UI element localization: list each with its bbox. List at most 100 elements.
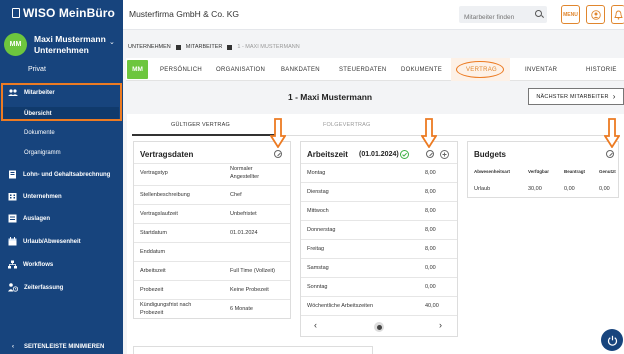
sidebar-item-zeiterfassung[interactable]: Zeiterfassung bbox=[8, 283, 63, 292]
sidebar-item-label: Unternehmen bbox=[23, 193, 62, 200]
row-value: 8,00 bbox=[425, 189, 436, 195]
power-icon bbox=[607, 335, 617, 346]
bell-icon bbox=[614, 10, 623, 20]
edit-icon[interactable] bbox=[606, 150, 614, 158]
user-org: Unternehmen bbox=[34, 45, 89, 55]
row-value: 40,00 bbox=[425, 303, 439, 309]
sidebar-item-auslagen[interactable]: Auslagen bbox=[8, 214, 50, 223]
row-value: Unbefristet bbox=[230, 211, 257, 217]
row-value: 8,00 bbox=[425, 208, 436, 214]
row-label: Samstag bbox=[307, 265, 329, 271]
sidebar-item-workflows[interactable]: Workflows bbox=[8, 260, 53, 269]
tab-dokumente[interactable]: DOKUMENTE bbox=[401, 67, 442, 73]
app-logo[interactable]: WISO MeinBüro bbox=[12, 6, 115, 20]
row-value: 8,00 bbox=[425, 227, 436, 233]
highlight-box bbox=[1, 83, 122, 121]
vertragsdaten-card: Vertragsdaten Vertragstyp Normaler Anges… bbox=[133, 141, 291, 319]
tab-persoenlich[interactable]: PERSÖNLICH bbox=[160, 67, 202, 73]
edit-icon[interactable] bbox=[274, 150, 282, 158]
collapse-sidebar-label: SEITENLEISTE MINIMIEREN bbox=[24, 344, 105, 350]
user-switcher[interactable]: MM Maxi Mustermann Unternehmen ⌄ bbox=[4, 32, 120, 57]
table-row: Vertragslaufzeit Unbefristet bbox=[134, 204, 290, 223]
table-row: Mittwoch 8,00 bbox=[301, 201, 457, 220]
table-row: Freitag 8,00 bbox=[301, 239, 457, 258]
employee-tabs: MM PERSÖNLICH ORGANISATION BANKDATEN STE… bbox=[126, 58, 624, 81]
sidebar: WISO MeinBüro MM Maxi Mustermann Unterne… bbox=[0, 0, 123, 354]
row-label: Probezeit bbox=[140, 287, 164, 293]
row-label: Freitag bbox=[307, 246, 325, 252]
company-name: Musterfirma GmbH & Co. KG bbox=[129, 9, 240, 19]
row-label: Dienstag bbox=[307, 189, 329, 195]
table-row: Samstag 0,00 bbox=[301, 258, 457, 277]
row-value: Chef bbox=[230, 192, 242, 198]
arbeitszeit-card: Arbeitszeit (01.01.2024) Montag 8,00 Die… bbox=[300, 141, 458, 337]
menu-button[interactable]: MENU bbox=[561, 5, 580, 24]
sidebar-subitem-organigramm[interactable]: Organigramm bbox=[24, 150, 61, 156]
card-title: Vertragsdaten bbox=[140, 150, 194, 159]
receipt-icon bbox=[8, 214, 17, 223]
row-value: Keine Probezeit bbox=[230, 287, 269, 293]
table-cell: 30,00 bbox=[528, 186, 542, 192]
row-label: Montag bbox=[307, 170, 326, 176]
subtab-active-indicator bbox=[132, 134, 279, 136]
row-value: Full Time (Vollzeit) bbox=[230, 268, 275, 274]
next-employee-button[interactable]: NÄCHSTER MITARBEITER › bbox=[528, 88, 624, 105]
tab-steuerdaten[interactable]: STEUERDATEN bbox=[339, 67, 387, 73]
breadcrumb-current: 1 - MAXI MUSTERMANN bbox=[237, 44, 300, 50]
sidebar-item-label: Zeiterfassung bbox=[24, 284, 64, 291]
check-circle-icon bbox=[400, 150, 409, 159]
sidebar-item-lohn[interactable]: Lohn- und Gehaltsabrechnung bbox=[8, 170, 110, 179]
row-label: Stellenbeschreibung bbox=[140, 192, 190, 198]
user-name: Maxi Mustermann bbox=[34, 34, 106, 44]
row-label: Probezeit bbox=[140, 310, 164, 316]
page-title: 1 - Maxi Mustermann bbox=[288, 92, 373, 102]
card-title: Arbeitszeit bbox=[307, 150, 348, 159]
payroll-icon bbox=[9, 170, 16, 179]
edit-icon[interactable] bbox=[426, 150, 434, 158]
row-label: Sonntag bbox=[307, 284, 328, 290]
help-button[interactable] bbox=[601, 329, 623, 351]
row-value: 0,00 bbox=[425, 265, 436, 271]
contract-content: GÜLTIGER VERTRAG FOLGEVERTRAG Vertragsda… bbox=[127, 114, 624, 354]
breadcrumb-item[interactable]: UNTERNEHMEN bbox=[128, 44, 171, 50]
tab-organisation[interactable]: ORGANISATION bbox=[216, 67, 265, 73]
breadcrumb-separator-icon bbox=[227, 44, 233, 50]
menu-badge-label: MENU bbox=[563, 11, 578, 18]
add-icon[interactable] bbox=[440, 150, 449, 159]
row-label: Enddatum bbox=[140, 249, 166, 255]
subtab-folgevertrag[interactable]: FOLGEVERTRAG bbox=[323, 122, 371, 128]
notifications-button[interactable] bbox=[611, 5, 624, 24]
table-row: Sonntag 0,00 bbox=[301, 277, 457, 296]
sidebar-item-label: Workflows bbox=[23, 261, 54, 268]
tab-bankdaten[interactable]: BANKDATEN bbox=[281, 67, 320, 73]
highlight-circle bbox=[456, 61, 504, 78]
sidebar-item-urlaub[interactable]: Urlaub/Abwesenheit bbox=[8, 237, 81, 246]
row-value: 6 Monate bbox=[230, 306, 253, 312]
search-input[interactable] bbox=[459, 9, 529, 26]
employee-search[interactable] bbox=[459, 6, 547, 26]
search-icon[interactable] bbox=[535, 10, 542, 17]
breadcrumb-separator-icon bbox=[175, 44, 181, 50]
workflow-icon bbox=[8, 260, 17, 269]
card-date: (01.01.2024) bbox=[359, 151, 399, 158]
breadcrumb: UNTERNEHMEN MITARBEITER 1 - MAXI MUSTERM… bbox=[128, 44, 300, 50]
tab-historie[interactable]: HISTORIE bbox=[586, 67, 617, 73]
breadcrumb-item[interactable]: MITARBEITER bbox=[186, 44, 223, 50]
sidebar-subitem-dokumente[interactable]: Dokumente bbox=[24, 130, 55, 136]
subtab-gueltiger-vertrag[interactable]: GÜLTIGER VERTRAG bbox=[171, 122, 230, 128]
document-icon bbox=[12, 8, 20, 18]
private-link[interactable]: Privat bbox=[28, 66, 46, 73]
table-row: Kündigungsfrist nach Probezeit 6 Monate bbox=[134, 299, 290, 319]
chevron-right-icon[interactable]: › bbox=[439, 320, 442, 330]
tab-avatar: MM bbox=[127, 60, 148, 79]
collapse-sidebar-button[interactable]: ‹ SEITENLEISTE MINIMIEREN bbox=[0, 340, 123, 354]
pager-indicator[interactable] bbox=[374, 322, 384, 332]
chevron-left-icon[interactable]: ‹ bbox=[314, 320, 317, 330]
sidebar-item-unternehmen[interactable]: Unternehmen bbox=[8, 192, 62, 201]
table-row: Stellenbeschreibung Chef bbox=[134, 185, 290, 204]
table-cell: Urlaub bbox=[474, 186, 491, 192]
tab-inventar[interactable]: INVENTAR bbox=[525, 67, 557, 73]
profile-button[interactable] bbox=[586, 5, 605, 24]
table-row: Enddatum bbox=[134, 242, 290, 261]
row-label: Startdatum bbox=[140, 230, 167, 236]
